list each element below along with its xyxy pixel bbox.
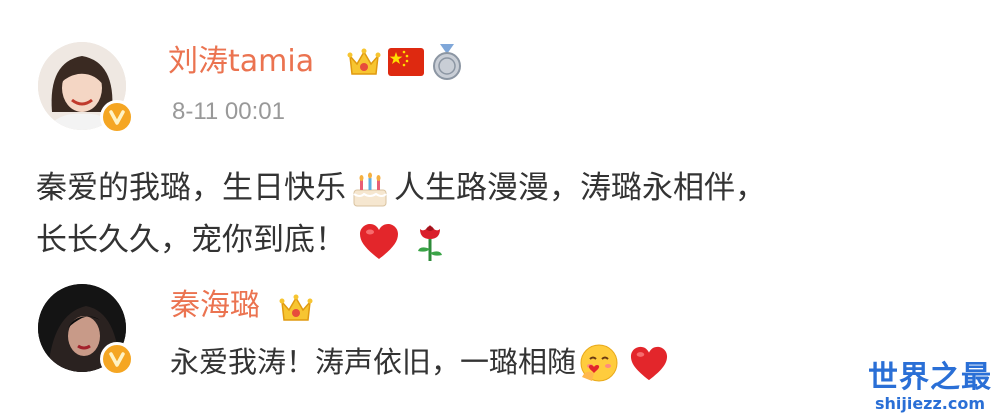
- red-heart-icon: [358, 222, 400, 262]
- reply-content-text: 永爱我涛！涛声依旧，一璐相随: [170, 345, 577, 379]
- weibo-post: 刘涛tamia 8-11 00:01 秦爱的我璐，生日快乐 人生路漫漫，涛璐永相…: [0, 0, 1000, 265]
- reply-author-name[interactable]: 秦海璐: [170, 288, 260, 324]
- crown-icon[interactable]: [346, 44, 382, 80]
- post-content-text-1b: 人生路漫漫，涛璐永相伴，: [394, 170, 766, 206]
- verified-badge-icon: [100, 342, 134, 376]
- site-watermark: 世界之最 shijiezz.com: [868, 361, 992, 413]
- post-content-line-2: 长长久久，宠你到底！: [36, 212, 446, 268]
- watermark-title: 世界之最: [868, 360, 992, 395]
- reply-comment: 秦海璐 永爱我涛！涛声依旧，一璐相随: [0, 270, 1000, 417]
- post-content-text-1a: 秦爱的我璐，生日快乐: [36, 170, 346, 206]
- post-author-name[interactable]: 刘涛tamia: [168, 44, 314, 80]
- birthday-cake-icon: [350, 170, 390, 210]
- red-heart-icon: [628, 345, 670, 383]
- rose-icon: [414, 221, 446, 263]
- hugging-face-icon: [578, 343, 620, 385]
- post-timestamp: 8-11 00:01: [172, 98, 285, 125]
- china-flag-icon: [388, 48, 424, 76]
- post-content-text-2: 长长久久，宠你到底！: [36, 222, 346, 258]
- medal-icon[interactable]: [432, 44, 462, 80]
- crown-icon[interactable]: [278, 290, 314, 326]
- watermark-subtitle: shijiezz.com: [874, 394, 986, 413]
- post-content-line-1: 秦爱的我璐，生日快乐 人生路漫漫，涛璐永相伴，: [36, 160, 766, 216]
- reply-content-line: 永爱我涛！涛声依旧，一璐相随: [170, 334, 670, 390]
- verified-badge-icon: [100, 100, 134, 134]
